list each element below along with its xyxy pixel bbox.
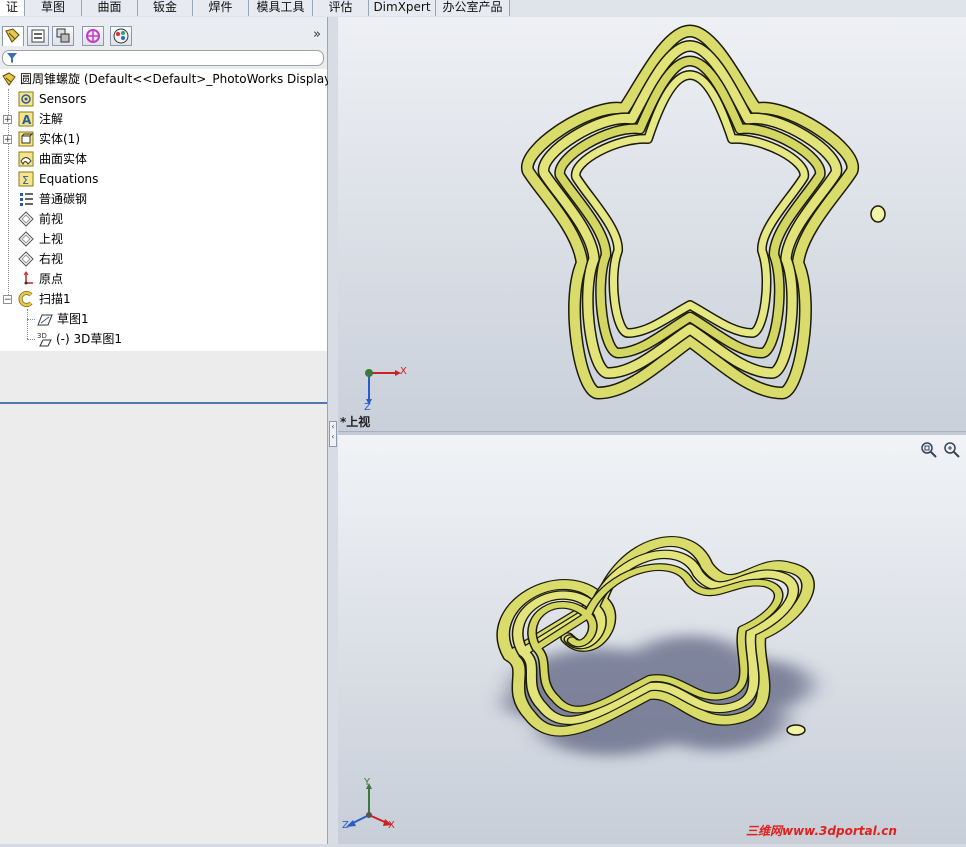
tab-weldments[interactable]: 焊件 bbox=[193, 0, 249, 16]
tree-separator bbox=[0, 402, 327, 404]
viewport-top[interactable]: X Z bbox=[338, 17, 966, 431]
collapse-icon[interactable]: − bbox=[3, 295, 12, 305]
tree-label: Sensors bbox=[39, 92, 87, 106]
tab-office-products[interactable]: 办公室产品 bbox=[436, 0, 510, 16]
material-icon bbox=[18, 191, 34, 207]
triad-x-label: X bbox=[400, 366, 407, 377]
tree-label: Equations bbox=[39, 172, 99, 186]
display-manager-icon[interactable] bbox=[110, 26, 132, 46]
helical-star-model bbox=[521, 24, 886, 400]
solid-bodies-icon bbox=[18, 131, 34, 147]
command-manager-tabs: 证 草图 曲面 钣金 焊件 模具工具 评估 DimXpert 办公室产品 bbox=[0, 0, 966, 18]
part-icon bbox=[1, 71, 17, 87]
panel-toolbar: » bbox=[0, 17, 327, 47]
filter-icon bbox=[7, 53, 17, 63]
triad-z-label: Z bbox=[342, 820, 349, 831]
tab-dimxpert[interactable]: DimXpert bbox=[369, 0, 436, 16]
collapse-panel-handle[interactable]: ‹ ‹ bbox=[329, 421, 337, 447]
watermark-text: 三维网www.3dportal.cn bbox=[746, 824, 897, 838]
configuration-manager-icon[interactable] bbox=[52, 26, 74, 46]
feature-manager-icon[interactable] bbox=[2, 26, 24, 46]
plane-icon bbox=[18, 231, 34, 247]
sketch-icon bbox=[37, 311, 53, 327]
svg-text:Σ: Σ bbox=[22, 174, 29, 187]
tree-label: 草图1 bbox=[57, 312, 89, 326]
triad-y-label: Y bbox=[364, 777, 371, 788]
model-isometric-view bbox=[346, 536, 815, 827]
annotations-icon: A bbox=[18, 111, 34, 127]
expand-icon[interactable]: + bbox=[3, 115, 12, 125]
feature-manager-panel: » 圆周锥螺旋 (Default<<Default>_PhotoWorks Di… bbox=[0, 17, 331, 844]
part-name: 圆周锥螺旋 (Default<<Default>_PhotoWorks Disp… bbox=[20, 72, 332, 86]
tab-sheet-metal[interactable]: 钣金 bbox=[138, 0, 193, 16]
dimxpert-manager-icon[interactable] bbox=[82, 26, 104, 46]
tree-label: 上视 bbox=[39, 232, 64, 246]
tree-label: 曲面实体 bbox=[39, 152, 88, 166]
view-triad-iso bbox=[346, 783, 392, 827]
triad-z-label: Z bbox=[364, 402, 371, 413]
tab-mold-tools[interactable]: 模具工具 bbox=[249, 0, 313, 16]
model-top-view bbox=[365, 24, 886, 405]
viewport-bottom[interactable]: Y Z X bbox=[338, 435, 966, 844]
plane-icon bbox=[18, 211, 34, 227]
plane-icon bbox=[18, 251, 34, 267]
sweep-icon bbox=[18, 291, 34, 307]
tab-features[interactable]: 证 bbox=[0, 0, 25, 16]
tree-label: 注解 bbox=[39, 112, 64, 126]
svg-text:A: A bbox=[22, 113, 32, 127]
origin-icon bbox=[18, 271, 34, 287]
feature-tree: 圆周锥螺旋 (Default<<Default>_PhotoWorks Disp… bbox=[0, 69, 331, 404]
tree-label: 扫描1 bbox=[39, 292, 71, 306]
triad-x-label: X bbox=[388, 820, 395, 831]
view-triad-top bbox=[365, 369, 401, 405]
tree-label: 原点 bbox=[39, 272, 64, 286]
surface-bodies-icon bbox=[18, 151, 34, 167]
equations-icon: Σ bbox=[18, 171, 34, 187]
property-manager-icon[interactable] bbox=[27, 26, 49, 46]
tab-evaluate[interactable]: 评估 bbox=[313, 0, 369, 16]
svg-text:3D: 3D bbox=[37, 332, 47, 340]
tree-label: 普通碳钢 bbox=[39, 192, 88, 206]
tree-label: 实体(1) bbox=[39, 132, 80, 146]
tab-surfaces[interactable]: 曲面 bbox=[82, 0, 138, 16]
tab-sketch[interactable]: 草图 bbox=[25, 0, 82, 16]
view-orientation-label: *上视 bbox=[340, 415, 371, 429]
3d-sketch-icon: 3D bbox=[37, 331, 53, 347]
tree-label: (-) 3D草图1 bbox=[56, 332, 123, 346]
tree-label: 右视 bbox=[39, 252, 64, 266]
zoom-to-fit-icon[interactable] bbox=[920, 441, 938, 462]
zoom-to-area-icon[interactable] bbox=[943, 441, 961, 462]
sensors-icon bbox=[18, 91, 34, 107]
filter-bar[interactable] bbox=[2, 50, 324, 66]
expand-panel-icon[interactable]: » bbox=[313, 27, 321, 42]
expand-icon[interactable]: + bbox=[3, 135, 12, 145]
tree-label: 前视 bbox=[39, 212, 64, 226]
